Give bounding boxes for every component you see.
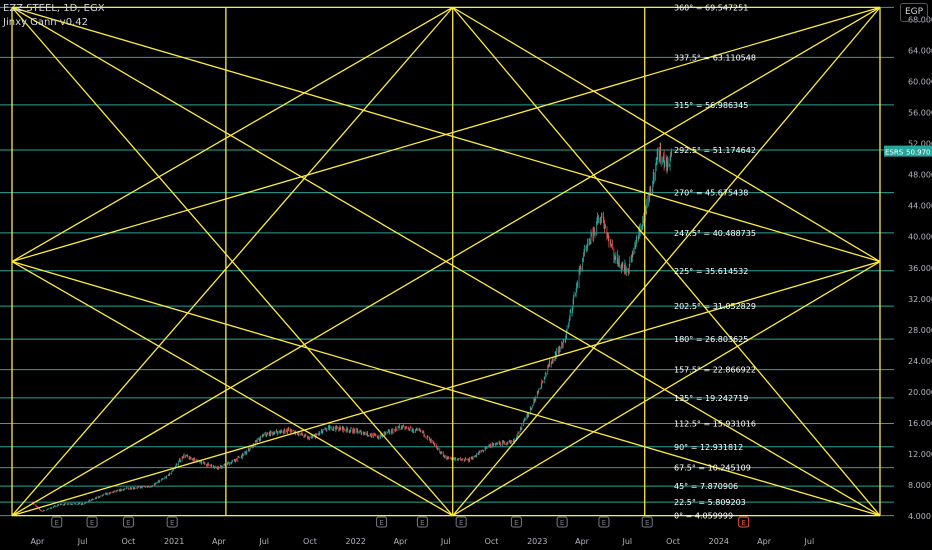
price-tick-label: 24.000 bbox=[908, 357, 932, 366]
price-tick-label: 28.000 bbox=[908, 326, 932, 335]
time-tick-label: 2021 bbox=[164, 537, 184, 546]
price-tick-label: 56.000 bbox=[908, 109, 932, 118]
earnings-letter: E bbox=[420, 519, 424, 527]
gann-level-label: 292.5° = 51.174642 bbox=[674, 146, 756, 155]
gann-level-label: 135° = 19.242719 bbox=[674, 394, 748, 403]
earnings-letter: E bbox=[602, 519, 606, 527]
price-candles bbox=[31, 142, 672, 512]
earnings-letter: E bbox=[459, 519, 463, 527]
earnings-letter: E bbox=[126, 519, 130, 527]
price-tick-label: 8.000 bbox=[908, 481, 931, 490]
gann-level-label: 112.5° = 15.931016 bbox=[674, 420, 756, 429]
indicator-name: Jinxy Gann v0.42 bbox=[3, 17, 88, 28]
earnings-letter: E bbox=[55, 519, 59, 527]
time-tick-label: Oct bbox=[121, 537, 135, 546]
gann-level-label: 225° = 35.614532 bbox=[674, 267, 748, 276]
time-tick-label: Oct bbox=[303, 537, 317, 546]
chart-legend: EZZ STEEL, 1D, EGX Jinxy Gann v0.42 bbox=[3, 2, 105, 30]
time-axis: Apr Jul Oct 2021 Apr Jul Oct 2022 Apr Jul Oct 2023 A… bbox=[30, 537, 814, 546]
gann-level-label: 157.5° = 22.866922 bbox=[674, 366, 756, 375]
gann-level-label: 22.5° = 5.809203 bbox=[674, 498, 746, 507]
gann-level-label: 202.5° = 31.052829 bbox=[674, 302, 756, 311]
earnings-letter: E bbox=[379, 519, 383, 527]
currency-button[interactable]: EGP bbox=[900, 3, 928, 22]
gann-price-chart[interactable]: 0° = 4.059999 22.5° = 5.809203 45° = 7.870… bbox=[0, 0, 932, 550]
earnings-letter: E bbox=[560, 519, 564, 527]
time-tick-label: Jul bbox=[258, 537, 269, 546]
price-tick-label: 36.000 bbox=[908, 264, 932, 273]
gann-level-labels: 0° = 4.059999 22.5° = 5.809203 45° = 7.870… bbox=[674, 3, 756, 520]
last-price-label: ESRS 50.970 bbox=[884, 145, 932, 157]
time-tick-label: Apr bbox=[394, 537, 409, 546]
price-tick-label: 12.000 bbox=[908, 450, 932, 459]
time-tick-label: Apr bbox=[757, 537, 772, 546]
gann-level-label: 0° = 4.059999 bbox=[674, 512, 733, 521]
price-tick-label: 32.000 bbox=[908, 295, 932, 304]
price-tick-label: 60.000 bbox=[908, 77, 932, 86]
price-tick-label: 16.000 bbox=[908, 419, 932, 428]
price-tick-label: 40.000 bbox=[908, 233, 932, 242]
time-tick-label: Apr bbox=[212, 537, 227, 546]
price-tick-label: 4.000 bbox=[908, 512, 931, 521]
price-tick-label: 44.000 bbox=[908, 202, 932, 211]
gann-level-label: 67.5° = 10.245109 bbox=[674, 464, 751, 473]
time-tick-label: Apr bbox=[30, 537, 45, 546]
gann-level-label: 315° = 56.986345 bbox=[674, 101, 748, 110]
earnings-letter: E bbox=[170, 519, 174, 527]
price-tag: ESRS bbox=[885, 149, 904, 157]
time-tick-label: Oct bbox=[485, 537, 499, 546]
gann-level-label: 45° = 7.870906 bbox=[674, 482, 738, 491]
time-tick-label: Jul bbox=[621, 537, 632, 546]
time-tick-label: 2023 bbox=[527, 537, 547, 546]
earnings-letter: E bbox=[741, 519, 745, 527]
gann-level-label: 247.5° = 40.488735 bbox=[674, 229, 756, 238]
gann-level-label: 180° = 26.803625 bbox=[674, 335, 748, 344]
gann-fan-lines bbox=[11, 6, 881, 517]
gann-level-label: 360° = 69.547251 bbox=[674, 3, 748, 12]
gann-level-label: 270° = 45.675438 bbox=[674, 189, 748, 198]
time-tick-label: Jul bbox=[77, 537, 88, 546]
earnings-letter: E bbox=[514, 519, 518, 527]
price-value: 50.970 bbox=[906, 149, 931, 157]
price-tick-label: 64.000 bbox=[908, 46, 932, 55]
earnings-letter: E bbox=[90, 519, 94, 527]
price-axis: 4.000 8.000 12.000 16.000 20.000 24.000 28.000… bbox=[908, 15, 932, 521]
time-tick-label: Jul bbox=[440, 537, 451, 546]
time-tick-label: Apr bbox=[575, 537, 590, 546]
gann-level-label: 337.5° = 63.110548 bbox=[674, 53, 756, 62]
time-tick-label: Jul bbox=[804, 537, 815, 546]
time-tick-label: 2022 bbox=[346, 537, 366, 546]
earnings-letter: E bbox=[645, 519, 649, 527]
price-tick-label: 48.000 bbox=[908, 171, 932, 180]
price-tick-label: 20.000 bbox=[908, 388, 932, 397]
time-tick-label: 2024 bbox=[709, 537, 729, 546]
gann-level-label: 90° = 12.931812 bbox=[674, 443, 743, 452]
time-tick-label: Oct bbox=[666, 537, 680, 546]
earnings-markers: EEEEEEEEEEEE bbox=[51, 516, 750, 528]
symbol-title: EZZ STEEL, 1D, EGX bbox=[3, 3, 105, 14]
